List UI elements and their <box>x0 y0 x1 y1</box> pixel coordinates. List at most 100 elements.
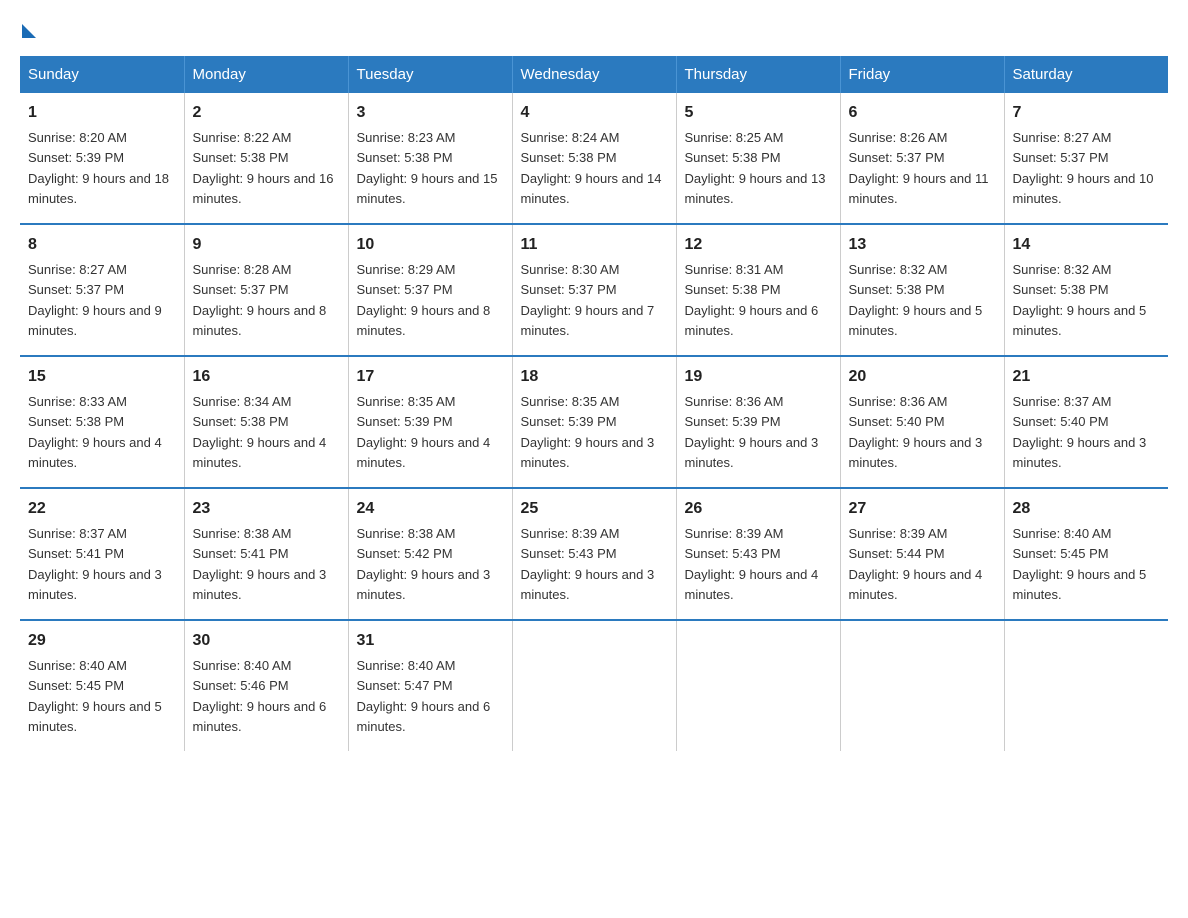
header-wednesday: Wednesday <box>512 56 676 93</box>
calendar-cell <box>1004 620 1168 751</box>
day-info: Sunrise: 8:33 AMSunset: 5:38 PMDaylight:… <box>28 394 162 470</box>
header-tuesday: Tuesday <box>348 56 512 93</box>
day-number: 21 <box>1013 365 1161 389</box>
day-info: Sunrise: 8:37 AMSunset: 5:40 PMDaylight:… <box>1013 394 1147 470</box>
day-number: 20 <box>849 365 996 389</box>
day-info: Sunrise: 8:40 AMSunset: 5:47 PMDaylight:… <box>357 658 491 734</box>
day-number: 8 <box>28 233 176 257</box>
day-info: Sunrise: 8:40 AMSunset: 5:45 PMDaylight:… <box>1013 526 1147 602</box>
day-number: 19 <box>685 365 832 389</box>
day-number: 26 <box>685 497 832 521</box>
day-info: Sunrise: 8:34 AMSunset: 5:38 PMDaylight:… <box>193 394 327 470</box>
calendar-cell: 8 Sunrise: 8:27 AMSunset: 5:37 PMDaylight… <box>20 224 184 356</box>
day-number: 14 <box>1013 233 1161 257</box>
day-info: Sunrise: 8:38 AMSunset: 5:42 PMDaylight:… <box>357 526 491 602</box>
calendar-cell: 29 Sunrise: 8:40 AMSunset: 5:45 PMDayligh… <box>20 620 184 751</box>
day-info: Sunrise: 8:27 AMSunset: 5:37 PMDaylight:… <box>28 262 162 338</box>
day-info: Sunrise: 8:39 AMSunset: 5:44 PMDaylight:… <box>849 526 983 602</box>
calendar-cell: 30 Sunrise: 8:40 AMSunset: 5:46 PMDayligh… <box>184 620 348 751</box>
logo <box>20 20 36 36</box>
day-number: 5 <box>685 101 832 125</box>
calendar-cell: 6Sunrise: 8:26 AMSunset: 5:37 PMDaylight… <box>840 93 1004 224</box>
calendar-cell: 23 Sunrise: 8:38 AMSunset: 5:41 PMDayligh… <box>184 488 348 620</box>
day-number: 12 <box>685 233 832 257</box>
day-number: 16 <box>193 365 340 389</box>
day-info: Sunrise: 8:24 AMSunset: 5:38 PMDaylight:… <box>521 130 662 206</box>
calendar-cell: 17Sunrise: 8:35 AMSunset: 5:39 PMDayligh… <box>348 356 512 488</box>
day-info: Sunrise: 8:29 AMSunset: 5:37 PMDaylight:… <box>357 262 491 338</box>
calendar-cell: 18 Sunrise: 8:35 AMSunset: 5:39 PMDayligh… <box>512 356 676 488</box>
day-number: 22 <box>28 497 176 521</box>
header-saturday: Saturday <box>1004 56 1168 93</box>
day-info: Sunrise: 8:40 AMSunset: 5:46 PMDaylight:… <box>193 658 327 734</box>
day-number: 17 <box>357 365 504 389</box>
calendar-cell: 25Sunrise: 8:39 AMSunset: 5:43 PMDayligh… <box>512 488 676 620</box>
day-number: 13 <box>849 233 996 257</box>
day-info: Sunrise: 8:40 AMSunset: 5:45 PMDaylight:… <box>28 658 162 734</box>
day-info: Sunrise: 8:37 AMSunset: 5:41 PMDaylight:… <box>28 526 162 602</box>
day-number: 4 <box>521 101 668 125</box>
calendar-cell: 2Sunrise: 8:22 AMSunset: 5:38 PMDaylight… <box>184 93 348 224</box>
calendar-cell: 4 Sunrise: 8:24 AMSunset: 5:38 PMDaylight… <box>512 93 676 224</box>
calendar-cell <box>676 620 840 751</box>
calendar-cell: 20 Sunrise: 8:36 AMSunset: 5:40 PMDayligh… <box>840 356 1004 488</box>
calendar-cell: 10 Sunrise: 8:29 AMSunset: 5:37 PMDayligh… <box>348 224 512 356</box>
calendar-cell: 26 Sunrise: 8:39 AMSunset: 5:43 PMDayligh… <box>676 488 840 620</box>
day-number: 7 <box>1013 101 1161 125</box>
day-info: Sunrise: 8:35 AMSunset: 5:39 PMDaylight:… <box>521 394 655 470</box>
calendar-cell: 15 Sunrise: 8:33 AMSunset: 5:38 PMDayligh… <box>20 356 184 488</box>
header-monday: Monday <box>184 56 348 93</box>
calendar-cell: 31Sunrise: 8:40 AMSunset: 5:47 PMDayligh… <box>348 620 512 751</box>
day-info: Sunrise: 8:36 AMSunset: 5:40 PMDaylight:… <box>849 394 983 470</box>
calendar-week-row: 29 Sunrise: 8:40 AMSunset: 5:45 PMDayligh… <box>20 620 1168 751</box>
calendar-table: SundayMondayTuesdayWednesdayThursdayFrid… <box>20 56 1168 751</box>
day-info: Sunrise: 8:30 AMSunset: 5:37 PMDaylight:… <box>521 262 655 338</box>
calendar-cell: 12 Sunrise: 8:31 AMSunset: 5:38 PMDayligh… <box>676 224 840 356</box>
day-info: Sunrise: 8:31 AMSunset: 5:38 PMDaylight:… <box>685 262 819 338</box>
day-number: 29 <box>28 629 176 653</box>
day-number: 25 <box>521 497 668 521</box>
calendar-cell <box>512 620 676 751</box>
day-info: Sunrise: 8:26 AMSunset: 5:37 PMDaylight:… <box>849 130 989 206</box>
calendar-week-row: 1 Sunrise: 8:20 AMSunset: 5:39 PMDaylight… <box>20 93 1168 224</box>
day-number: 15 <box>28 365 176 389</box>
day-number: 24 <box>357 497 504 521</box>
day-info: Sunrise: 8:20 AMSunset: 5:39 PMDaylight:… <box>28 130 169 206</box>
calendar-cell: 7 Sunrise: 8:27 AMSunset: 5:37 PMDaylight… <box>1004 93 1168 224</box>
day-number: 3 <box>357 101 504 125</box>
day-number: 1 <box>28 101 176 125</box>
day-number: 18 <box>521 365 668 389</box>
day-info: Sunrise: 8:39 AMSunset: 5:43 PMDaylight:… <box>685 526 819 602</box>
calendar-cell: 21 Sunrise: 8:37 AMSunset: 5:40 PMDayligh… <box>1004 356 1168 488</box>
day-number: 27 <box>849 497 996 521</box>
calendar-week-row: 15 Sunrise: 8:33 AMSunset: 5:38 PMDayligh… <box>20 356 1168 488</box>
day-info: Sunrise: 8:28 AMSunset: 5:37 PMDaylight:… <box>193 262 327 338</box>
logo-arrow-icon <box>22 24 36 38</box>
day-number: 30 <box>193 629 340 653</box>
calendar-cell: 16 Sunrise: 8:34 AMSunset: 5:38 PMDayligh… <box>184 356 348 488</box>
calendar-cell: 5 Sunrise: 8:25 AMSunset: 5:38 PMDaylight… <box>676 93 840 224</box>
calendar-cell: 11 Sunrise: 8:30 AMSunset: 5:37 PMDayligh… <box>512 224 676 356</box>
calendar-cell: 24 Sunrise: 8:38 AMSunset: 5:42 PMDayligh… <box>348 488 512 620</box>
calendar-week-row: 8 Sunrise: 8:27 AMSunset: 5:37 PMDaylight… <box>20 224 1168 356</box>
header-sunday: Sunday <box>20 56 184 93</box>
calendar-cell: 27 Sunrise: 8:39 AMSunset: 5:44 PMDayligh… <box>840 488 1004 620</box>
calendar-header-row: SundayMondayTuesdayWednesdayThursdayFrid… <box>20 56 1168 93</box>
day-number: 23 <box>193 497 340 521</box>
day-info: Sunrise: 8:32 AMSunset: 5:38 PMDaylight:… <box>849 262 983 338</box>
day-number: 11 <box>521 233 668 257</box>
day-info: Sunrise: 8:36 AMSunset: 5:39 PMDaylight:… <box>685 394 819 470</box>
header-friday: Friday <box>840 56 1004 93</box>
day-number: 10 <box>357 233 504 257</box>
calendar-cell: 3Sunrise: 8:23 AMSunset: 5:38 PMDaylight… <box>348 93 512 224</box>
day-info: Sunrise: 8:38 AMSunset: 5:41 PMDaylight:… <box>193 526 327 602</box>
calendar-cell: 13 Sunrise: 8:32 AMSunset: 5:38 PMDayligh… <box>840 224 1004 356</box>
calendar-cell <box>840 620 1004 751</box>
day-number: 9 <box>193 233 340 257</box>
calendar-cell: 28Sunrise: 8:40 AMSunset: 5:45 PMDayligh… <box>1004 488 1168 620</box>
calendar-cell: 14Sunrise: 8:32 AMSunset: 5:38 PMDayligh… <box>1004 224 1168 356</box>
day-info: Sunrise: 8:22 AMSunset: 5:38 PMDaylight:… <box>193 130 334 206</box>
day-info: Sunrise: 8:27 AMSunset: 5:37 PMDaylight:… <box>1013 130 1154 206</box>
calendar-cell: 19 Sunrise: 8:36 AMSunset: 5:39 PMDayligh… <box>676 356 840 488</box>
day-info: Sunrise: 8:25 AMSunset: 5:38 PMDaylight:… <box>685 130 826 206</box>
